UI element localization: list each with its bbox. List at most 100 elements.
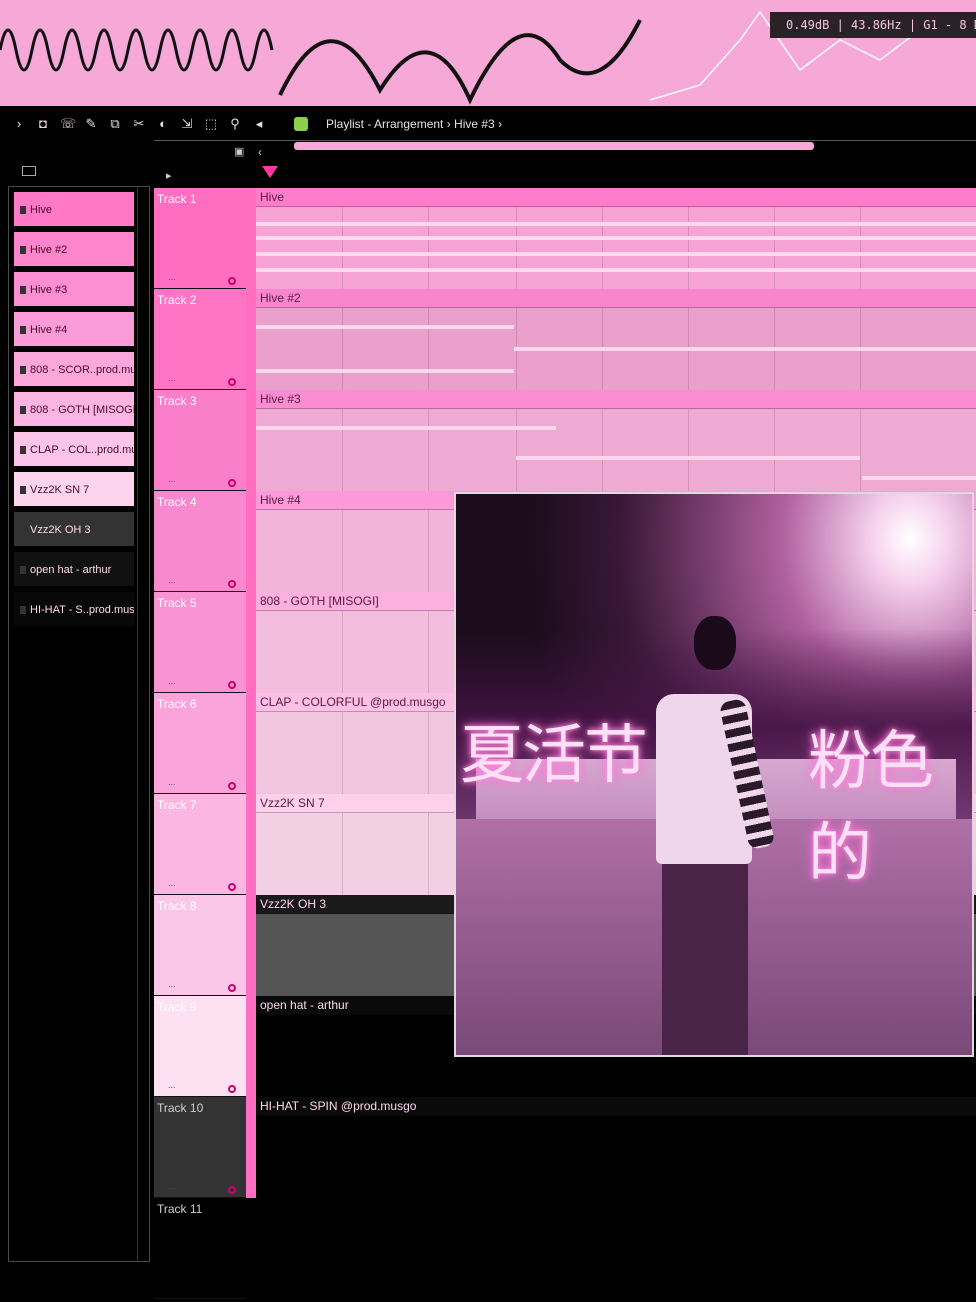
mute-led-icon[interactable] xyxy=(228,580,236,588)
picker-item[interactable]: Hive xyxy=(13,191,135,227)
track-mute-strip[interactable] xyxy=(228,592,256,693)
zoom-icon[interactable]: ⚲ xyxy=(228,117,242,131)
camera-icon[interactable]: ◘ xyxy=(36,117,50,131)
cut-icon[interactable]: ✂ xyxy=(132,117,146,131)
timeline-scrollbar[interactable] xyxy=(294,142,814,150)
pattern-icon xyxy=(20,286,26,295)
snap-label[interactable]: ▸ xyxy=(166,169,172,182)
track-options-icon[interactable]: ... xyxy=(168,676,176,686)
pattern-icon xyxy=(20,486,26,495)
picker-item[interactable]: Hive #3 xyxy=(13,271,135,307)
track-lane[interactable]: HI-HAT - SPIN @prod.musgo xyxy=(256,1097,976,1198)
picker-item[interactable]: Vzz2K OH 3 xyxy=(13,511,135,547)
person-head xyxy=(694,616,736,670)
track-lane[interactable]: Hive xyxy=(256,188,976,289)
picker-item-label: Hive xyxy=(30,204,53,216)
track-mute-strip[interactable] xyxy=(228,289,256,390)
track-options-icon[interactable]: ... xyxy=(168,979,176,989)
picker-item-label: 808 - SCOR..prod.musgo xyxy=(30,364,134,376)
picker-item[interactable]: Vzz2K SN 7 xyxy=(13,471,135,507)
neon-text-right: 粉色的 xyxy=(808,725,934,891)
note-line xyxy=(514,347,976,351)
track-header[interactable]: Track 1... xyxy=(154,188,246,289)
picker-scrollbar[interactable] xyxy=(137,187,149,1261)
track-mute-strip[interactable] xyxy=(228,188,256,289)
pattern-clip[interactable]: HI-HAT - SPIN @prod.musgo xyxy=(256,1097,976,1116)
pattern-clip-label: Vzz2K OH 3 xyxy=(260,897,327,911)
track-name: Track 5 xyxy=(157,596,197,610)
pattern-clip[interactable]: Hive #3 xyxy=(256,390,976,409)
playhead-marker[interactable] xyxy=(262,166,278,178)
mute-led-icon[interactable] xyxy=(228,883,236,891)
picker-item[interactable]: open hat - arthur xyxy=(13,551,135,587)
track-options-icon[interactable]: ... xyxy=(168,474,176,484)
beat-gridline xyxy=(342,712,343,794)
track-header[interactable]: Track 2... xyxy=(154,289,246,390)
picker-item[interactable]: Hive #4 xyxy=(13,311,135,347)
arrow-right-icon[interactable]: › xyxy=(12,117,26,131)
track-mute-strip[interactable] xyxy=(228,390,256,491)
picker-item[interactable]: HI-HAT - S..prod.musgo xyxy=(13,591,135,627)
mute-led-icon[interactable] xyxy=(228,984,236,992)
beat-gridline xyxy=(688,409,689,491)
picker-item[interactable]: 808 - GOTH [MISOGI] xyxy=(13,391,135,427)
track-mute-strip[interactable] xyxy=(228,491,256,592)
track-mute-strip[interactable] xyxy=(228,996,256,1097)
track-header[interactable]: Track 10... xyxy=(154,1097,246,1198)
waveform-mid xyxy=(278,19,642,105)
phone-icon[interactable]: ☏ xyxy=(60,117,76,131)
mute-led-icon[interactable] xyxy=(228,479,236,487)
track-mute-strip[interactable] xyxy=(228,794,256,895)
paint-icon[interactable]: ◐ xyxy=(156,117,170,131)
track-header[interactable]: Track 7... xyxy=(154,794,246,895)
pattern-clip[interactable]: Hive #2 xyxy=(256,289,976,308)
track-header[interactable]: Track 11 xyxy=(154,1198,246,1299)
mute-led-icon[interactable] xyxy=(228,782,236,790)
track-lane[interactable]: Hive #2 xyxy=(256,289,976,390)
mute-led-icon[interactable] xyxy=(228,277,236,285)
track-mute-strip[interactable] xyxy=(228,693,256,794)
beat-gridline xyxy=(342,813,343,895)
mute-led-icon[interactable] xyxy=(228,681,236,689)
beat-gridline xyxy=(516,207,517,289)
track-lane[interactable]: Hive #3 xyxy=(256,390,976,491)
track-options-icon[interactable]: ... xyxy=(168,272,176,282)
speaker-icon[interactable]: ◂ xyxy=(252,117,266,131)
track-options-icon[interactable]: ... xyxy=(168,1080,176,1090)
select-icon[interactable]: ⬚ xyxy=(204,117,218,131)
picker-item[interactable]: Hive #2 xyxy=(13,231,135,267)
mute-led-icon[interactable] xyxy=(228,1085,236,1093)
scroll-left-icon[interactable]: ‹ xyxy=(258,145,262,159)
picker-item[interactable]: 808 - SCOR..prod.musgo xyxy=(13,351,135,387)
track-mute-strip[interactable] xyxy=(228,895,256,996)
copy-icon[interactable]: ⧉ xyxy=(108,117,122,131)
picker-item-label: Vzz2K OH 3 xyxy=(30,524,91,536)
track-header[interactable]: Track 8... xyxy=(154,895,246,996)
mute-led-icon[interactable] xyxy=(228,1186,236,1194)
track-lane[interactable] xyxy=(256,1198,976,1299)
track-options-icon[interactable]: ... xyxy=(168,878,176,888)
track-options-icon[interactable]: ... xyxy=(168,777,176,787)
track-header[interactable]: Track 3... xyxy=(154,390,246,491)
track-options-icon[interactable]: ... xyxy=(168,575,176,585)
pattern-icon xyxy=(20,406,26,415)
track-header[interactable]: Track 5... xyxy=(154,592,246,693)
track-name: Track 4 xyxy=(157,495,197,509)
track-options-icon[interactable]: ... xyxy=(168,373,176,383)
breadcrumb[interactable]: Playlist - Arrangement › Hive #3 › xyxy=(326,117,502,131)
pattern-clip[interactable]: Hive xyxy=(256,188,976,207)
picker-item[interactable]: CLAP - COL..prod.musgo xyxy=(13,431,135,467)
track-header[interactable]: Track 9... xyxy=(154,996,246,1097)
neon-text-left: 夏活节 xyxy=(460,719,648,793)
note-line xyxy=(862,476,976,480)
mute-led-icon[interactable] xyxy=(228,378,236,386)
track-header[interactable]: Track 4... xyxy=(154,491,246,592)
track-mute-strip[interactable] xyxy=(228,1097,256,1198)
picker-menu-icon[interactable] xyxy=(22,166,36,176)
brush-icon[interactable]: ✎ xyxy=(84,117,98,131)
track-header[interactable]: Track 6... xyxy=(154,693,246,794)
track-options-icon[interactable]: ... xyxy=(168,1181,176,1191)
zoom-toggle[interactable]: ▣ xyxy=(234,145,244,158)
slide-icon[interactable]: ⇲ xyxy=(180,117,194,131)
beat-gridline xyxy=(428,409,429,491)
